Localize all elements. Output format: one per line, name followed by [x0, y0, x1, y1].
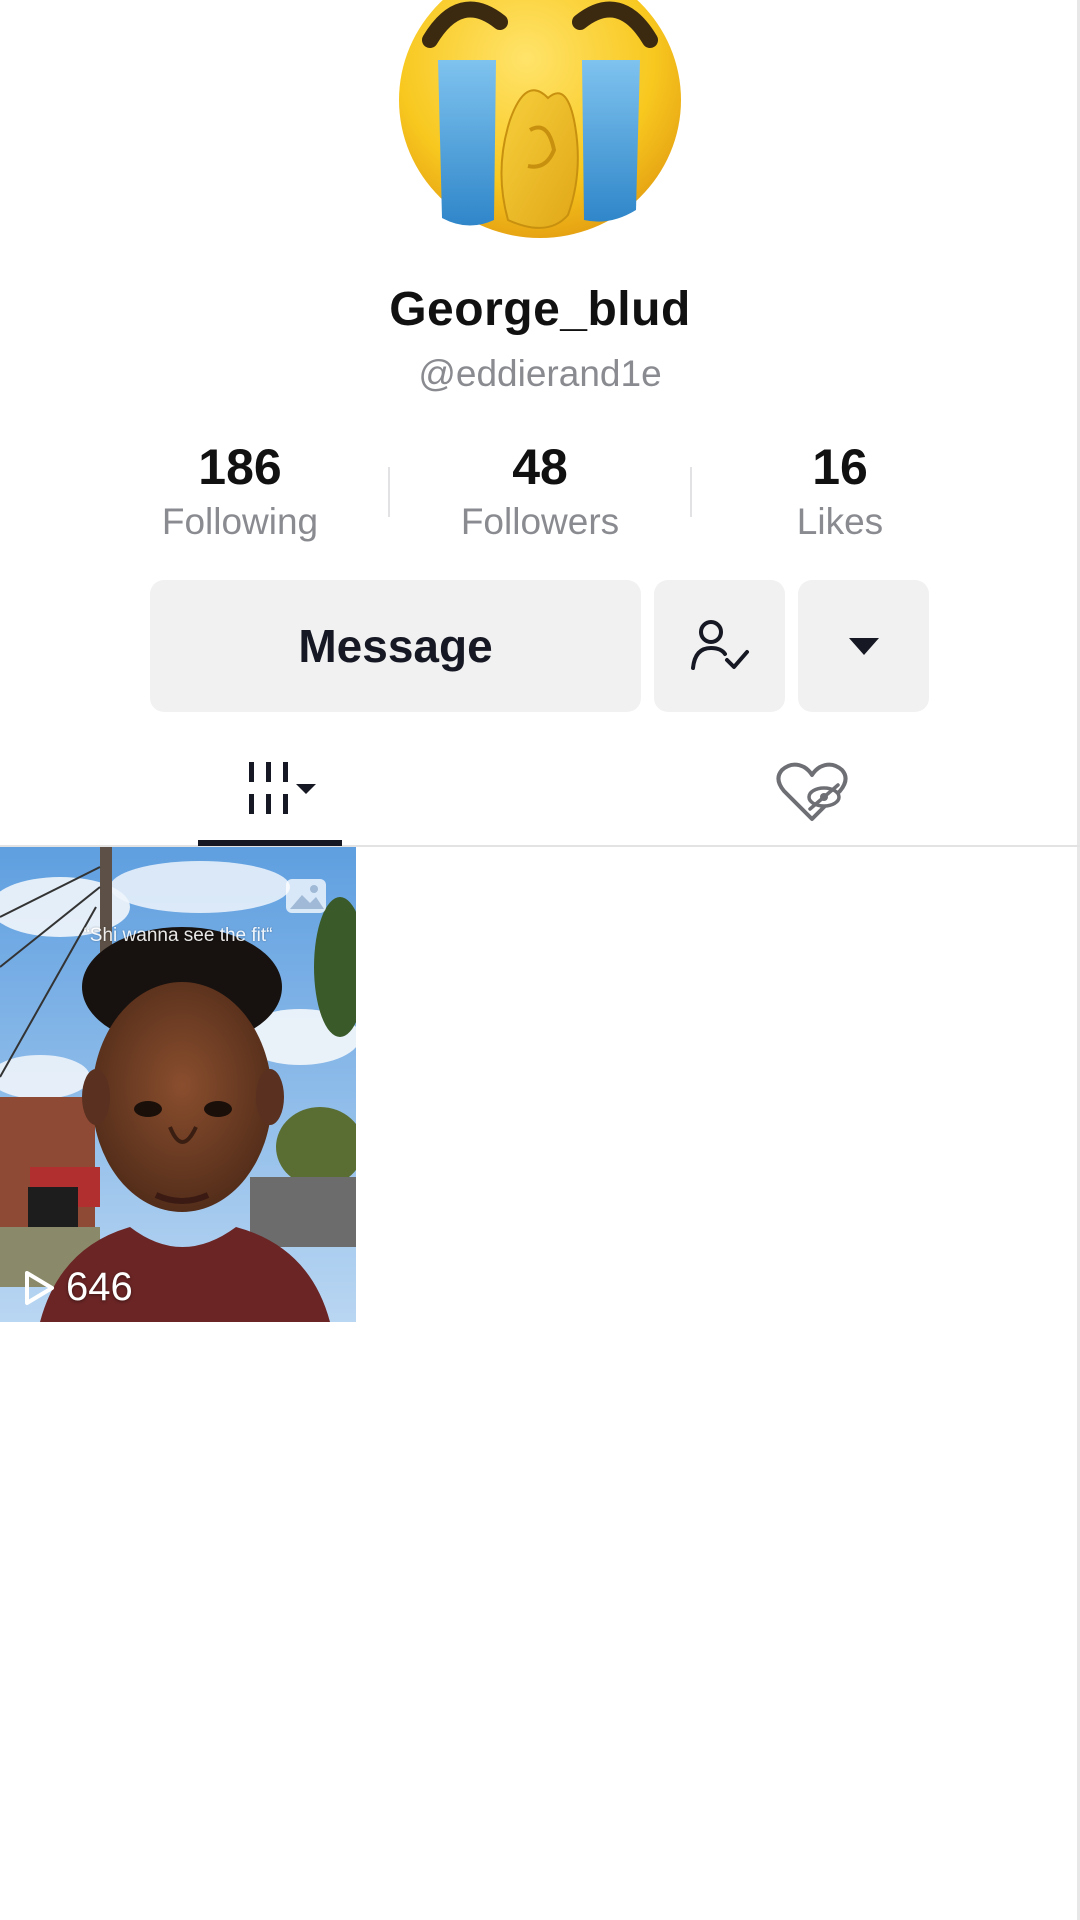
followers-label: Followers	[460, 501, 620, 542]
more-options-button[interactable]	[798, 580, 929, 712]
likes-count: 16	[812, 439, 868, 495]
stat-divider	[690, 467, 692, 517]
followers-count: 48	[512, 439, 568, 495]
following-count: 186	[198, 439, 282, 495]
person-check-icon	[690, 620, 749, 670]
profile-stats: 186 Following 48 Followers 16 Likes	[0, 437, 1080, 547]
view-count-text: 646	[66, 1265, 133, 1309]
caret-down-icon	[848, 638, 879, 655]
crying-face-emoji-icon	[399, 0, 681, 238]
video-caption: “Shi wanna see the fit“	[83, 925, 273, 946]
stat-following[interactable]: 186 Following	[110, 437, 370, 545]
video-thumbnail-image	[0, 847, 356, 1322]
display-name: George_blud	[389, 283, 691, 336]
play-icon	[25, 1270, 54, 1305]
tab-active-indicator	[198, 840, 342, 846]
photo-icon	[286, 879, 326, 913]
heart-hidden-icon	[776, 762, 848, 821]
following-label: Following	[161, 501, 319, 542]
video-view-count: 646	[22, 1265, 133, 1310]
username-handle: @eddierand1e	[418, 353, 662, 394]
grid-icon	[249, 762, 316, 814]
message-button[interactable]: Message	[150, 580, 641, 712]
video-thumbnail[interactable]: “Shi wanna see the fit“ 646	[0, 847, 356, 1322]
profile-tabs	[0, 740, 1080, 846]
tab-videos[interactable]	[198, 740, 342, 846]
stat-likes[interactable]: 16 Likes	[710, 437, 970, 545]
stat-divider	[388, 467, 390, 517]
profile-avatar[interactable]	[398, 0, 682, 247]
likes-label: Likes	[796, 501, 884, 542]
following-status-button[interactable]	[654, 580, 785, 712]
stat-followers[interactable]: 48 Followers	[410, 437, 670, 545]
tab-liked-videos[interactable]	[740, 740, 884, 846]
